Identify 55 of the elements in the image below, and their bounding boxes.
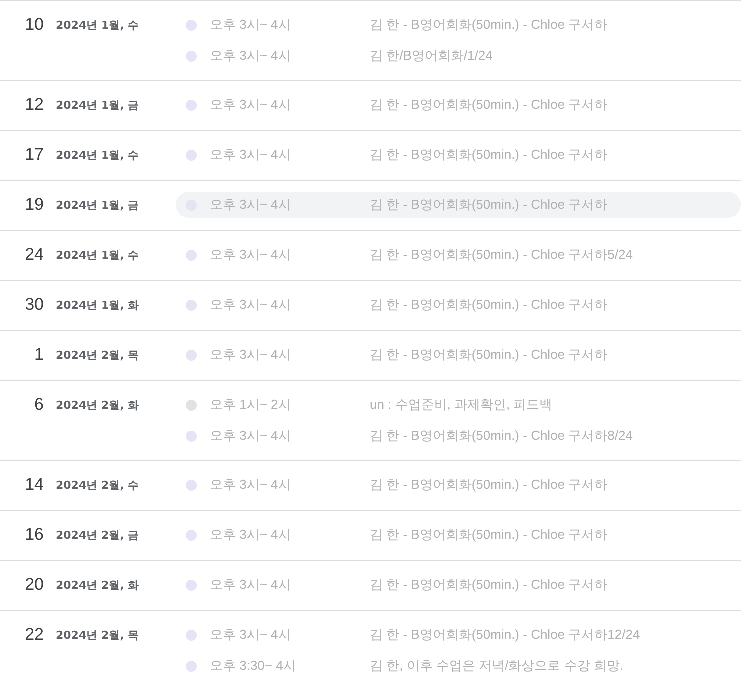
- day-number[interactable]: 1: [0, 342, 56, 368]
- event-title: un : 수업준비, 과제확인, 피드백: [370, 396, 553, 414]
- day-number[interactable]: 22: [0, 622, 56, 648]
- day-number[interactable]: 6: [0, 392, 56, 418]
- date-label: 2024년 2월, 금: [56, 528, 140, 544]
- event-row[interactable]: 오후 3시~ 4시 김 한 - B영어회화(50min.) - Chloe 구서하: [176, 192, 741, 218]
- event-time: 오후 3시~ 4시: [210, 196, 292, 214]
- event-title: 김 한 - B영어회화(50min.) - Chloe 구서하: [370, 576, 608, 594]
- date-label: 2024년 2월, 목: [56, 348, 140, 364]
- event-time: 오후 3시~ 4시: [210, 427, 292, 445]
- date-label: 2024년 2월, 화: [56, 398, 140, 414]
- day-number[interactable]: 17: [0, 142, 56, 168]
- event-title: 김 한 - B영어회화(50min.) - Chloe 구서하: [370, 146, 608, 164]
- event-title: 김 한 - B영어회화(50min.) - Chloe 구서하: [370, 196, 608, 214]
- event-title: 김 한 - B영어회화(50min.) - Chloe 구서하5/24: [370, 246, 633, 264]
- event-time: 오후 3시~ 4시: [210, 476, 292, 494]
- event-title: 김 한 - B영어회화(50min.) - Chloe 구서하: [370, 526, 608, 544]
- event-time: 오후 3시~ 4시: [210, 626, 292, 644]
- day-number[interactable]: 16: [0, 522, 56, 548]
- event-time: 오후 3:30~ 4시: [210, 657, 298, 675]
- date-label: 2024년 1월, 금: [56, 198, 140, 214]
- date-label: 2024년 1월, 수: [56, 148, 140, 164]
- event-time: 오후 1시~ 2시: [210, 396, 292, 414]
- day-number[interactable]: 19: [0, 192, 56, 218]
- event-time: 오후 3시~ 4시: [210, 96, 292, 114]
- event-title: 김 한 - B영어회화(50min.) - Chloe 구서하: [370, 96, 608, 114]
- event-time: 오후 3시~ 4시: [210, 47, 292, 65]
- day-number[interactable]: 24: [0, 242, 56, 268]
- day-number[interactable]: 14: [0, 472, 56, 498]
- event-time: 오후 3시~ 4시: [210, 146, 292, 164]
- day-number[interactable]: 30: [0, 292, 56, 318]
- day-number[interactable]: 12: [0, 92, 56, 118]
- day-number[interactable]: 20: [0, 572, 56, 598]
- date-label: 2024년 1월, 수: [56, 248, 140, 264]
- date-label: 2024년 1월, 화: [56, 298, 140, 314]
- date-label: 2024년 2월, 목: [56, 628, 140, 644]
- event-title: 김 한/B영어회화/1/24: [370, 47, 493, 65]
- event-time: 오후 3시~ 4시: [210, 296, 292, 314]
- date-label: 2024년 2월, 화: [56, 578, 140, 594]
- day-number[interactable]: 10: [0, 12, 56, 38]
- event-time: 오후 3시~ 4시: [210, 246, 292, 264]
- event-time: 오후 3시~ 4시: [210, 526, 292, 544]
- event-time: 오후 3시~ 4시: [210, 16, 292, 34]
- event-title: 김 한, 이후 수업은 저녁/화상으로 수강 희망.: [370, 657, 624, 675]
- event-title: 김 한 - B영어회화(50min.) - Chloe 구서하8/24: [370, 427, 633, 445]
- event-title: 김 한 - B영어회화(50min.) - Chloe 구서하: [370, 476, 608, 494]
- event-title: 김 한 - B영어회화(50min.) - Chloe 구서하: [370, 16, 608, 34]
- date-label: 2024년 2월, 수: [56, 478, 140, 494]
- date-label: 2024년 1월, 금: [56, 98, 140, 114]
- date-label: 2024년 1월, 수: [56, 18, 140, 34]
- event-time: 오후 3시~ 4시: [210, 346, 292, 364]
- event-title: 김 한 - B영어회화(50min.) - Chloe 구서하12/24: [370, 626, 640, 644]
- event-title: 김 한 - B영어회화(50min.) - Chloe 구서하: [370, 296, 608, 314]
- event-time: 오후 3시~ 4시: [210, 576, 292, 594]
- event-title: 김 한 - B영어회화(50min.) - Chloe 구서하: [370, 346, 608, 364]
